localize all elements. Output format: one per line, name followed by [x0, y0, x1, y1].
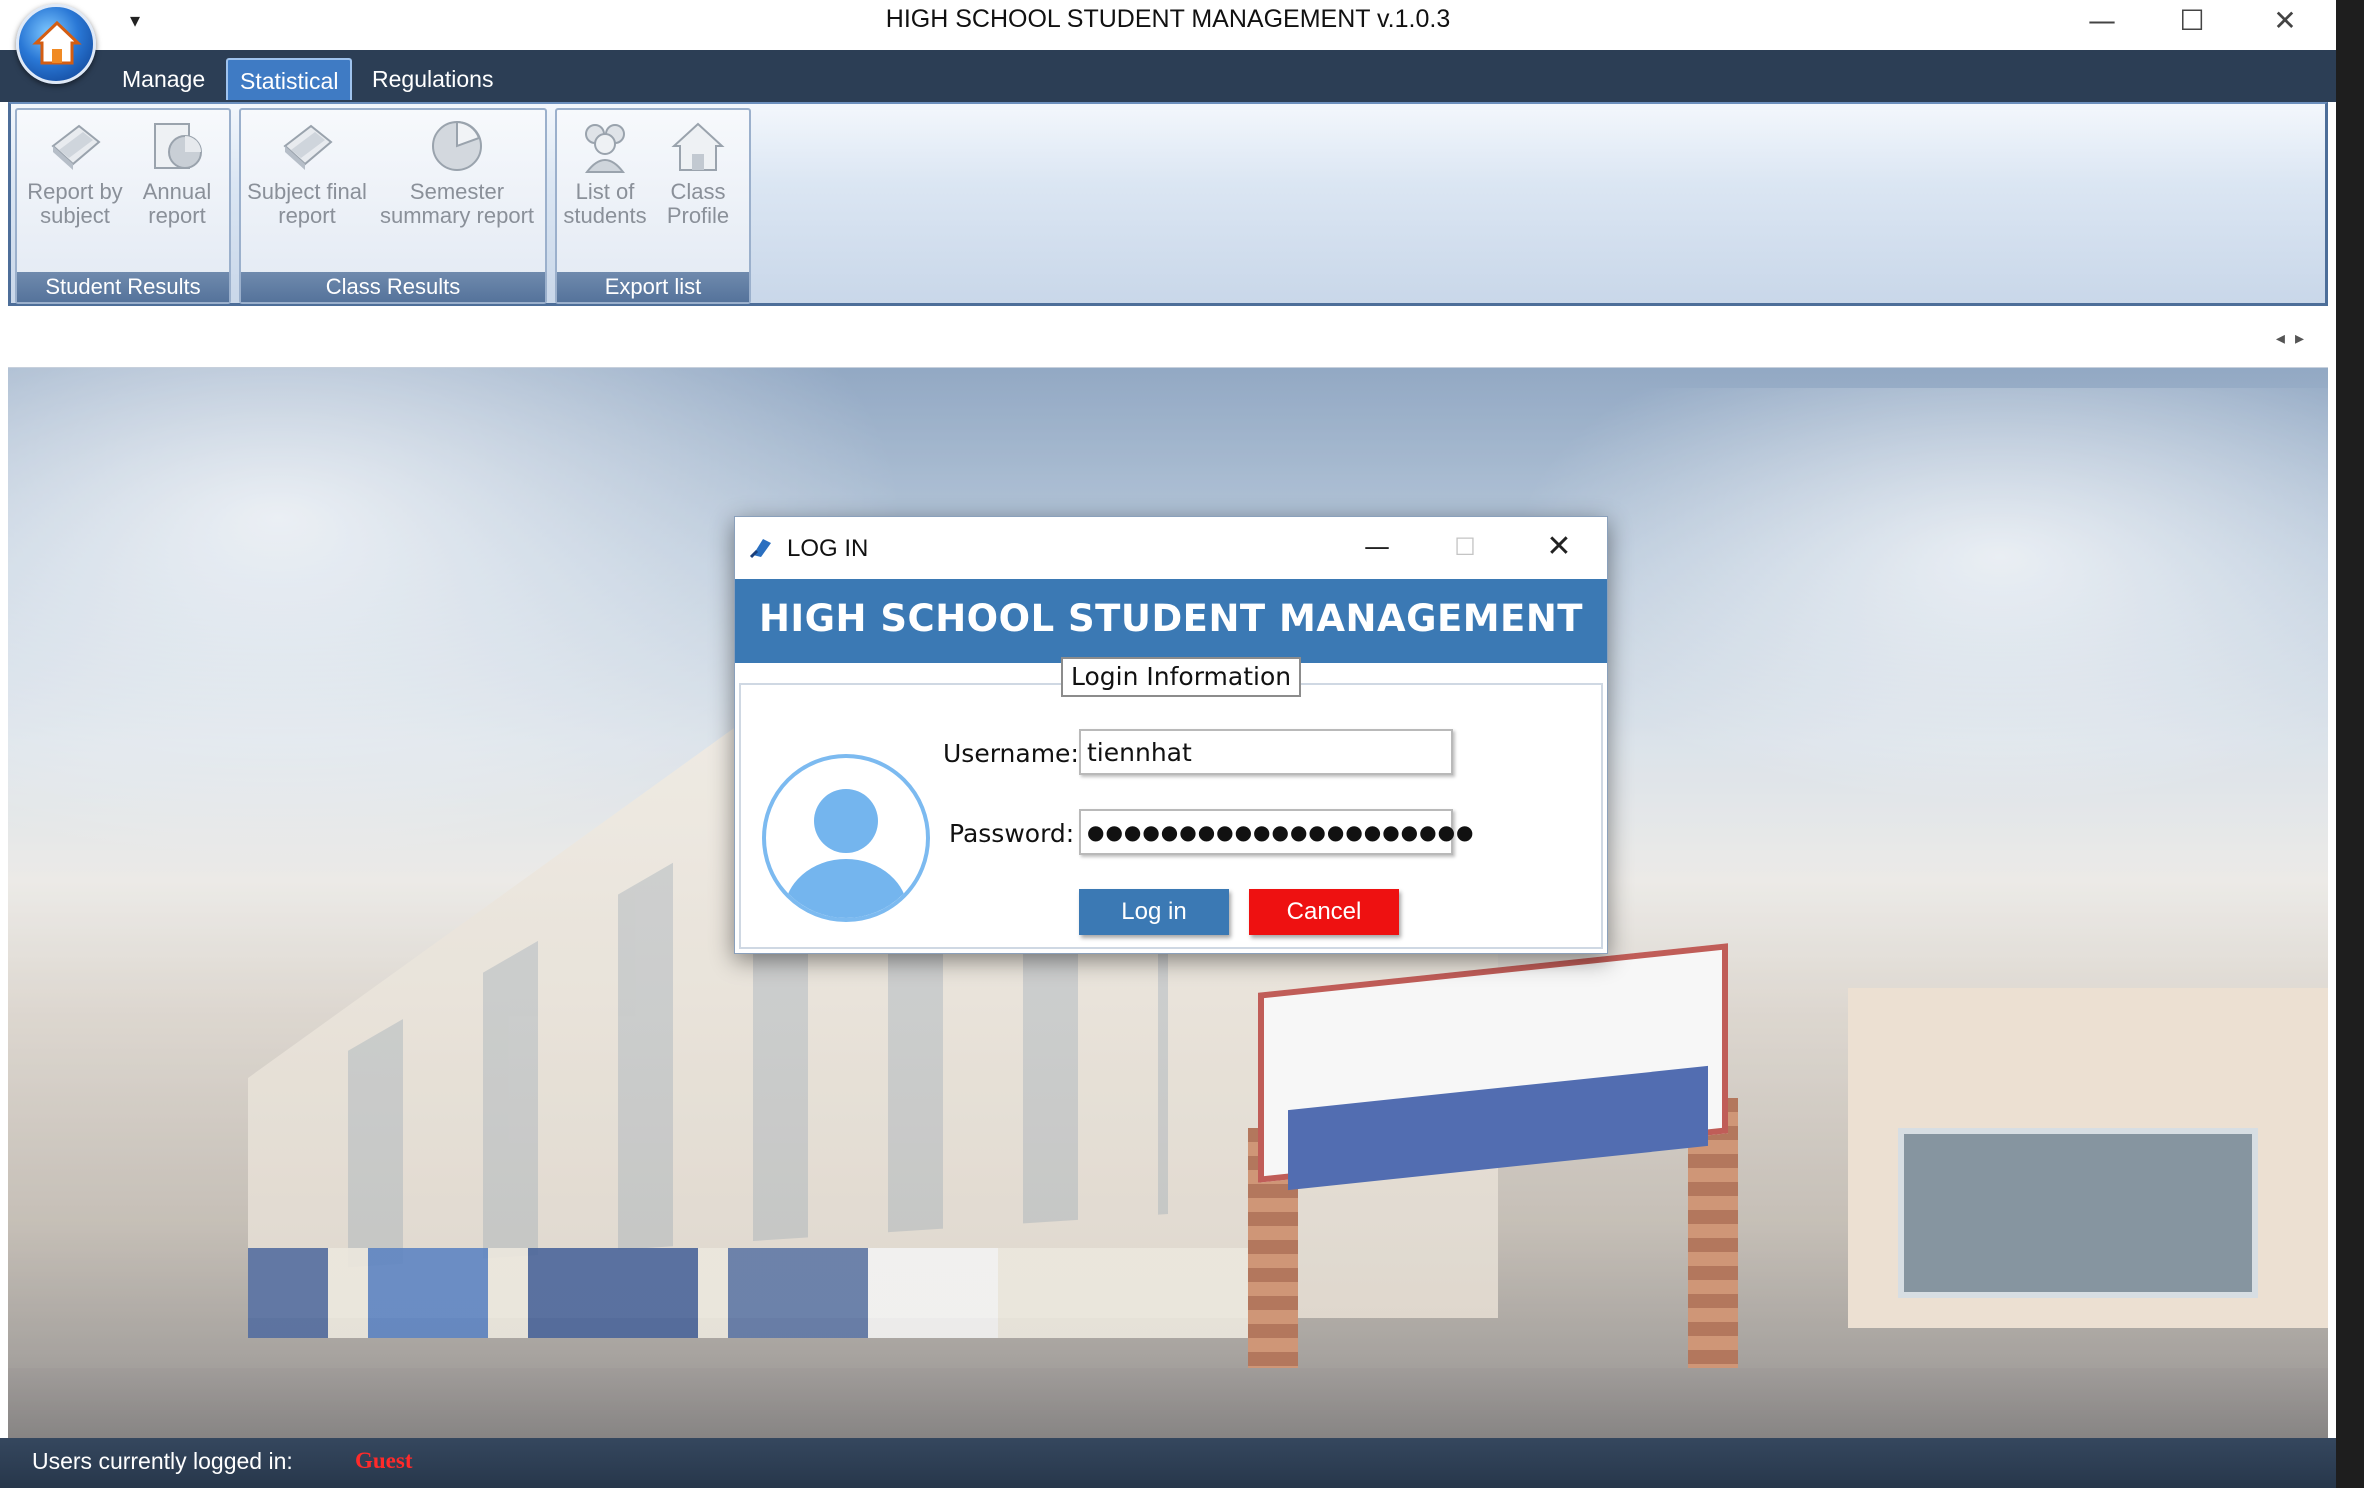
ribbon-panel: Report by subject Annual report Student …	[8, 102, 2328, 306]
dialog-title-bar: LOG IN — ☐ ✕	[735, 517, 1607, 579]
ribbon-group-label: Export list	[557, 272, 749, 302]
dialog-maximize-button: ☐	[1454, 533, 1476, 561]
desktop-edge	[2336, 0, 2364, 1488]
close-button[interactable]: ✕	[2250, 0, 2320, 40]
login-dialog: LOG IN — ☐ ✕ HIGH SCHOOL STUDENT MANAGEM…	[734, 516, 1608, 954]
dialog-title: LOG IN	[787, 535, 869, 562]
app-title: HIGH SCHOOL STUDENT MANAGEMENT v.1.0.3	[885, 5, 1451, 33]
username-field[interactable]	[1079, 729, 1453, 775]
app-menu-orb[interactable]	[16, 4, 96, 84]
tab-scroll-arrows[interactable]: ◂▸	[2276, 328, 2314, 349]
house-icon	[671, 122, 725, 171]
logged-in-user: Guest	[355, 1448, 413, 1473]
list-of-students-label: List of students	[563, 179, 647, 228]
password-field[interactable]: ●●●●●●●●●●●●●●●●●●●●●	[1079, 809, 1473, 855]
document-tab-strip: ◂▸	[8, 312, 2328, 368]
semester-summary-report-button[interactable]: Semester summary report	[371, 116, 543, 228]
report-by-subject-button[interactable]: Report by subject	[25, 116, 125, 228]
annual-report-label: Annual report	[142, 179, 212, 228]
maximize-button[interactable]: ☐	[2157, 0, 2227, 40]
ribbon-group-export-list: List of students Class Profile Export li…	[555, 108, 751, 304]
subject-final-report-label: Subject final report	[247, 179, 367, 228]
minimize-button[interactable]: —	[2067, 0, 2137, 40]
ribbon-tab-bar: Manage Statistical Regulations	[0, 50, 2336, 102]
subject-final-report-button[interactable]: Subject final report	[245, 116, 369, 228]
status-bar: Users currently logged in: Guest	[0, 1438, 2336, 1488]
login-info-caption: Login Information	[1061, 657, 1302, 697]
semester-summary-report-label: Semester summary report	[379, 179, 535, 228]
annual-report-button[interactable]: Annual report	[129, 116, 225, 228]
ribbon-group-class-results: Subject final report Semester summary re…	[239, 108, 547, 304]
report-by-subject-label: Report by subject	[27, 179, 123, 228]
app-window: ▾ HIGH SCHOOL STUDENT MANAGEMENT v.1.0.3…	[0, 0, 2336, 1488]
username-label: Username:	[943, 739, 1079, 768]
ribbon-group-label: Student Results	[17, 272, 229, 302]
dialog-header-banner: HIGH SCHOOL STUDENT MANAGEMENT	[735, 579, 1607, 663]
class-profile-label: Class Profile	[666, 179, 730, 228]
title-bar: ▾ HIGH SCHOOL STUDENT MANAGEMENT v.1.0.3…	[0, 0, 2336, 50]
pie-chart-icon	[432, 120, 482, 171]
login-icon	[749, 539, 771, 559]
list-of-students-button[interactable]: List of students	[563, 116, 647, 228]
login-button[interactable]: Log in	[1079, 889, 1229, 935]
dialog-close-button[interactable]: ✕	[1529, 527, 1589, 567]
class-profile-button[interactable]: Class Profile	[653, 116, 743, 228]
users-icon	[584, 124, 626, 173]
home-icon	[32, 20, 82, 65]
dialog-header-title: HIGH SCHOOL STUDENT MANAGEMENT	[758, 597, 1584, 640]
tab-regulations[interactable]: Regulations	[360, 58, 505, 100]
report-document-icon	[51, 124, 101, 170]
password-label: Password:	[949, 819, 1075, 848]
tab-manage[interactable]: Manage	[110, 58, 217, 100]
report-document-icon	[283, 124, 333, 170]
dialog-minimize-button[interactable]: —	[1347, 527, 1407, 567]
ribbon-group-label: Class Results	[241, 272, 545, 302]
pie-report-icon	[154, 123, 202, 169]
user-avatar-icon	[762, 754, 930, 922]
logged-in-label: Users currently logged in:	[32, 1448, 293, 1474]
tab-statistical[interactable]: Statistical	[226, 58, 353, 100]
cancel-button[interactable]: Cancel	[1249, 889, 1399, 935]
ribbon-group-student-results: Report by subject Annual report Student …	[15, 108, 231, 304]
